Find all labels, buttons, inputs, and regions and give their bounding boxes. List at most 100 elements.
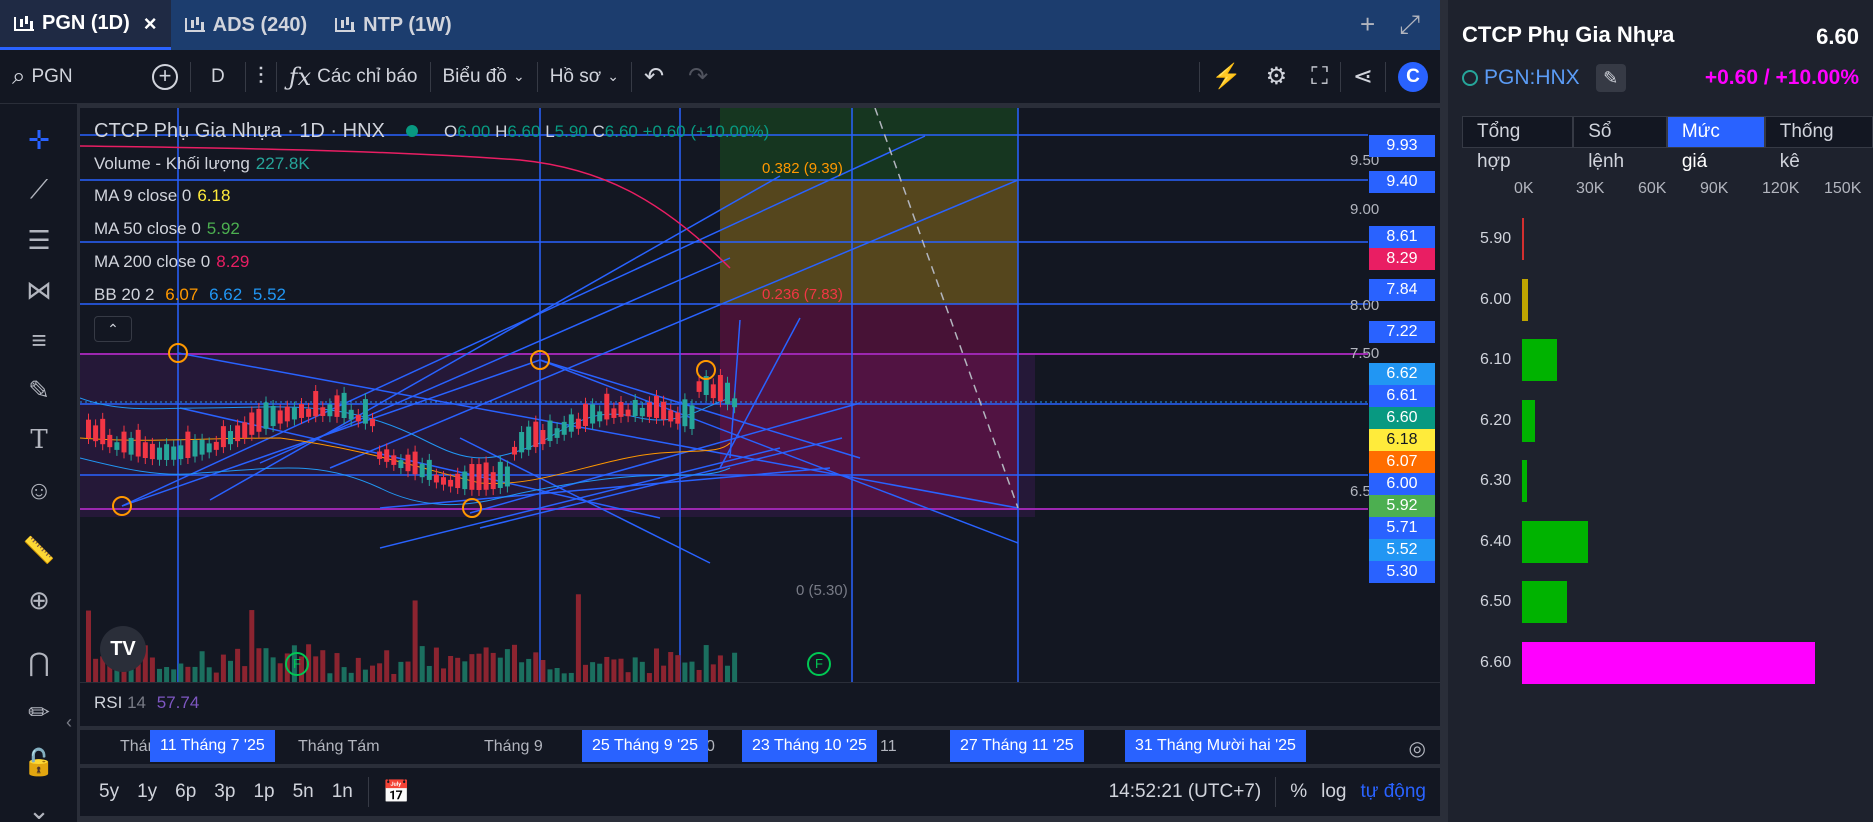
price-axis-label: 5.30 — [1369, 560, 1435, 583]
axis-settings-icon[interactable]: ◎ — [1409, 736, 1426, 761]
brush-icon: ✎ — [28, 374, 50, 405]
indicators-button[interactable]: ƒx Các chỉ báo — [277, 50, 430, 104]
compare-button[interactable]: + — [140, 50, 190, 104]
volume-bar — [646, 673, 652, 682]
financial-event-icon[interactable]: F — [285, 652, 309, 676]
date-range-icon[interactable]: 📅 — [383, 779, 410, 805]
candle-body — [213, 441, 219, 450]
candle-body — [504, 466, 510, 487]
volume-bar — [1522, 581, 1568, 623]
volume-bar — [1522, 641, 1816, 684]
profile-dropdown[interactable]: Hồ sơ ⌄ — [538, 50, 631, 104]
interval-button[interactable]: D — [191, 50, 245, 104]
price-chart[interactable]: CTCP Phụ Gia Nhựa · 1D · HNX O6.00 H6.60… — [80, 108, 1440, 682]
candle-body — [526, 426, 532, 450]
log-toggle[interactable]: log — [1321, 781, 1346, 803]
auto-toggle[interactable]: tự động — [1360, 781, 1426, 803]
candle-body — [128, 437, 134, 455]
range-1n[interactable]: 1n — [323, 781, 362, 803]
panel-collapse-icon[interactable]: ‹ — [66, 712, 72, 733]
expand-icon[interactable]: ⤢ — [1399, 9, 1420, 41]
range-selector: 5y 1y 6p 3p 1p 5n 1n — [80, 781, 362, 803]
magnet-tool[interactable]: ⋂ — [0, 640, 78, 684]
candle-type-button[interactable]: ⫶ — [246, 50, 276, 104]
tab-pgn[interactable]: PGN (1D) × — [0, 0, 171, 50]
volume-bar — [370, 665, 375, 682]
time-label: Tháng Tám — [298, 738, 380, 755]
magnet-icon: ⋂ — [28, 646, 50, 677]
candle-body — [93, 425, 99, 442]
rsi-pane[interactable]: RSI 14 57.74 — [80, 682, 1440, 726]
emoji-tool[interactable]: ☺ — [0, 468, 78, 512]
candle-body — [384, 449, 390, 462]
chevron-down-icon: ⌄ — [607, 68, 619, 84]
range-3p[interactable]: 3p — [205, 781, 244, 803]
candle-body — [398, 460, 404, 469]
tab-ads[interactable]: ADS (240) — [171, 0, 321, 50]
settings-button[interactable]: ⚙ — [1254, 50, 1300, 104]
edit-icon[interactable]: ✎ — [1595, 64, 1626, 92]
add-tab-icon[interactable]: + — [1360, 9, 1375, 41]
brush-tool[interactable]: ✎ — [0, 368, 78, 412]
legend-collapse-button[interactable]: ⌃ — [94, 316, 132, 342]
tab-orderbook[interactable]: Sổ lệnh — [1573, 116, 1667, 172]
candle-body — [717, 374, 723, 402]
zoom-tool[interactable]: ⊕ — [0, 578, 78, 622]
close-icon[interactable]: × — [144, 11, 157, 37]
fib-label-0: 0 (5.30) — [796, 582, 848, 599]
tab-price-levels[interactable]: Mức giá — [1666, 116, 1765, 172]
legend-ma9[interactable]: MA 9 close 0 6.18 — [94, 186, 230, 206]
percent-toggle[interactable]: % — [1290, 781, 1307, 803]
range-1p[interactable]: 1p — [244, 781, 283, 803]
financial-event-icon[interactable]: F — [807, 652, 831, 676]
pattern-tool[interactable]: ⋈ — [0, 268, 78, 312]
undo-button[interactable]: ↶ — [632, 50, 676, 104]
legend-ma50[interactable]: MA 50 close 0 5.92 — [94, 219, 240, 239]
range-1y[interactable]: 1y — [128, 781, 166, 803]
clock[interactable]: 14:52:21 (UTC+7) — [1109, 781, 1262, 803]
time-axis[interactable]: Thán Tháng Tám Tháng 9 0 11 11 Tháng 7 '… — [80, 730, 1440, 764]
trendline-tool[interactable]: ⟋ — [0, 168, 78, 212]
chart-type-dropdown[interactable]: Biểu đồ ⌄ — [431, 50, 537, 104]
volume-bar — [149, 657, 155, 682]
fib-label-236: 0.236 (7.83) — [762, 286, 843, 303]
share-button[interactable]: ⋖ — [1341, 50, 1385, 104]
lock-tool[interactable]: 🔓 — [0, 740, 78, 784]
quick-search-button[interactable]: ⚡ — [1200, 50, 1254, 104]
forecast-tool[interactable]: ≡ — [0, 318, 78, 362]
price-axis-label: 7.84 — [1369, 278, 1435, 301]
volume-bar — [483, 647, 489, 682]
range-6p[interactable]: 6p — [166, 781, 205, 803]
app-root: PGN (1D) × ADS (240) NTP (1W) + ⤢ ⌕ PGN … — [0, 0, 1873, 822]
tab-summary[interactable]: Tổng hợp — [1462, 116, 1574, 172]
legend-bb[interactable]: BB 20 2 6.07 6.62 5.52 — [94, 285, 286, 305]
price-axis-label: 6.07 — [1369, 450, 1435, 473]
text-icon: T — [30, 425, 48, 455]
price-level-label: 6.50 — [1480, 593, 1512, 610]
text-tool[interactable]: T — [0, 418, 78, 462]
fullscreen-button[interactable]: ⛶ — [1299, 50, 1340, 104]
legend-ma200[interactable]: MA 200 close 0 8.29 — [94, 252, 249, 272]
crosshair-tool[interactable]: ✛ — [0, 118, 78, 162]
volume-bar — [334, 653, 340, 682]
legend-volume[interactable]: Volume - Khối lượng 227.8K — [94, 154, 310, 174]
symbol-search[interactable]: ⌕ PGN — [0, 50, 140, 104]
candle-body — [554, 428, 560, 438]
symbol-link[interactable]: PGN:HNX — [1484, 66, 1580, 90]
ruler-tool[interactable]: 📏 — [0, 528, 78, 572]
live-status-icon — [1462, 70, 1478, 86]
search-icon: ⌕ — [12, 62, 26, 90]
volume-bar — [540, 659, 546, 682]
tab-ntp[interactable]: NTP (1W) — [321, 0, 466, 50]
fib-tool[interactable]: ☰ — [0, 218, 78, 262]
tab-statistics[interactable]: Thống kê — [1764, 116, 1873, 172]
redo-button[interactable]: ↷ — [676, 50, 720, 104]
range-5y[interactable]: 5y — [90, 781, 128, 803]
candle-body — [192, 440, 198, 457]
price-level-label: 6.60 — [1480, 653, 1512, 671]
volume-bar — [178, 663, 184, 682]
volume-bar — [547, 669, 553, 682]
collapse-tool[interactable]: ⌄ — [0, 788, 78, 822]
candle-body — [583, 403, 588, 427]
range-5n[interactable]: 5n — [284, 781, 323, 803]
